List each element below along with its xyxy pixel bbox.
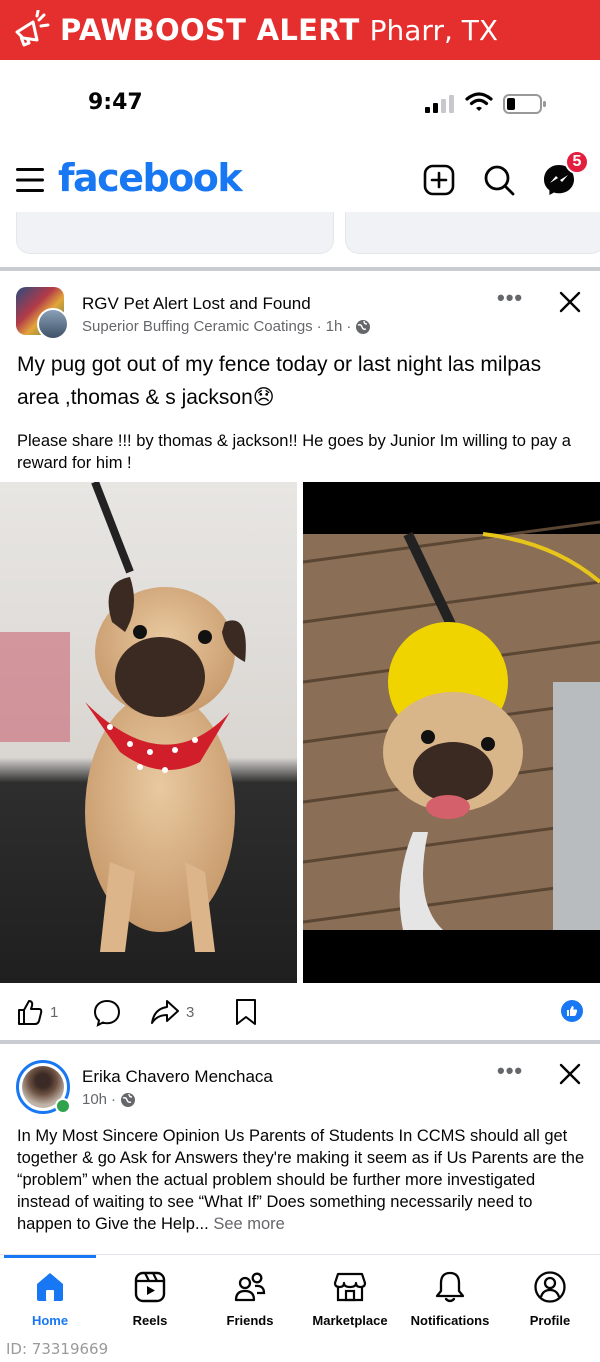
like-count: 1 (50, 1003, 59, 1021)
nav-label: Home (31, 1313, 69, 1328)
nav-label: Marketplace (312, 1313, 388, 1328)
battery-icon (503, 94, 546, 114)
pawboost-banner: PAWBOOST ALERT Pharr, TX (0, 0, 600, 60)
post-author[interactable]: Erika Chavero Menchaca (82, 1067, 273, 1087)
see-more-link[interactable]: See more (213, 1215, 285, 1233)
post-title: My pug got out of my fence today or last… (17, 353, 542, 409)
share-icon (151, 1000, 179, 1024)
facebook-logo[interactable]: facebook (58, 156, 243, 200)
meta-dot: · (111, 1091, 117, 1108)
nav-reels[interactable]: Reels (100, 1269, 200, 1328)
pug-photo-right[interactable] (303, 482, 600, 983)
nav-label: Friends (226, 1313, 274, 1328)
nav-friends[interactable]: Friends (200, 1269, 300, 1328)
post-meta: 10h · (82, 1091, 136, 1108)
post-time[interactable]: 10h (82, 1091, 107, 1108)
like-reaction-icon[interactable] (561, 1000, 583, 1022)
app-header: facebook (0, 152, 600, 212)
close-icon[interactable] (558, 290, 582, 314)
group-name[interactable]: RGV Pet Alert Lost and Found (82, 294, 311, 314)
marketplace-icon (300, 1269, 400, 1305)
bookmark-icon (236, 999, 256, 1025)
share-count: 3 (186, 1003, 195, 1021)
wifi-icon (465, 92, 493, 111)
messenger-badge: 5 (565, 150, 589, 174)
meta-dot: · (346, 318, 352, 335)
more-options-icon[interactable]: ••• (497, 285, 523, 311)
image-id-label: ID: 73319669 (6, 1340, 109, 1358)
online-indicator (55, 1098, 71, 1114)
comment-icon (93, 999, 121, 1027)
signal-icon (425, 95, 454, 113)
close-icon[interactable] (558, 1062, 582, 1086)
share-button[interactable]: 3 (150, 998, 194, 1026)
menu-icon[interactable] (16, 167, 44, 193)
globe-icon (121, 1092, 136, 1107)
post-text: In My Most Sincere Opinion Us Parents of… (17, 1127, 585, 1233)
feed-divider (0, 1040, 600, 1044)
post-time[interactable]: 1h (326, 318, 343, 335)
clock: 9:47 (88, 90, 143, 115)
home-icon (0, 1269, 100, 1305)
nav-label: Profile (529, 1313, 571, 1328)
reels-icon (100, 1269, 200, 1305)
nav-label: Reels (132, 1313, 168, 1328)
search-icon[interactable] (481, 162, 517, 198)
meta-dot: · (316, 318, 322, 335)
banner-title: PAWBOOST ALERT (60, 13, 360, 47)
friends-icon (200, 1269, 300, 1305)
post-body: In My Most Sincere Opinion Us Parents of… (17, 1125, 592, 1235)
feed-divider (0, 267, 600, 271)
globe-icon (356, 319, 371, 334)
bell-icon (400, 1269, 500, 1305)
post-body: Please share !!! by thomas & jackson!! H… (17, 432, 571, 472)
more-options-icon[interactable]: ••• (497, 1058, 523, 1084)
save-button[interactable] (234, 998, 258, 1026)
profile-icon (500, 1269, 600, 1305)
nav-profile[interactable]: Profile (500, 1269, 600, 1328)
pug-photo-left[interactable] (0, 482, 297, 983)
screen: PAWBOOST ALERT Pharr, TX 9:47 facebook 5… (0, 0, 600, 1362)
nav-label: Notifications (410, 1313, 490, 1328)
nav-marketplace[interactable]: Marketplace (300, 1269, 400, 1328)
megaphone-icon (8, 7, 54, 53)
thumbs-up-icon (18, 1000, 43, 1025)
like-button[interactable]: 1 (16, 998, 58, 1026)
post-author[interactable]: Superior Buffing Ceramic Coatings (82, 318, 313, 335)
comment-button[interactable] (92, 998, 122, 1028)
post-actions: 1 3 (0, 990, 600, 1034)
status-bar: 9:47 (0, 60, 600, 152)
active-tab-indicator (4, 1255, 96, 1258)
story-card[interactable] (345, 212, 600, 254)
create-post-icon[interactable] (421, 162, 457, 198)
banner-location: Pharr, TX (369, 13, 499, 47)
nav-notifications[interactable]: Notifications (400, 1269, 500, 1328)
nav-home[interactable]: Home (0, 1269, 100, 1328)
bottom-navigation: Home Reels Friends Marketplace Notificat… (0, 1254, 600, 1334)
post-meta: Superior Buffing Ceramic Coatings · 1h · (82, 318, 371, 335)
story-card[interactable] (16, 212, 334, 254)
author-avatar[interactable] (37, 308, 69, 340)
